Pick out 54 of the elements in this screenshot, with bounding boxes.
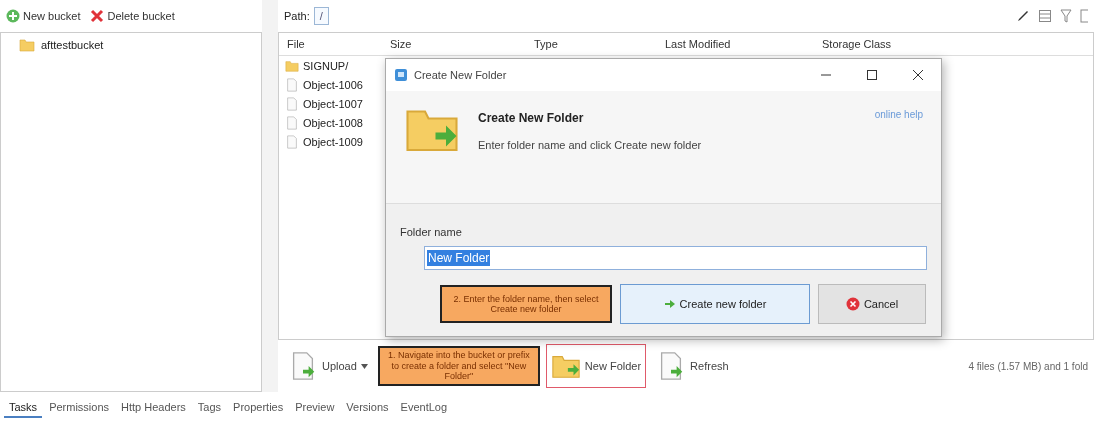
column-header[interactable]: Last Modified: [657, 38, 814, 50]
path-label: Path:: [284, 10, 310, 22]
tab[interactable]: Http Headers: [116, 397, 191, 418]
folder-icon: [285, 58, 299, 73]
refresh-button[interactable]: Refresh: [652, 344, 733, 388]
tab[interactable]: Permissions: [44, 397, 115, 418]
caret-icon: [360, 363, 368, 369]
folder-icon: [19, 37, 35, 53]
file-icon: [285, 134, 299, 149]
instruction-text: Enter folder name and click Create new folder: [478, 139, 702, 151]
file-icon: [285, 96, 299, 111]
tab[interactable]: Properties: [228, 397, 289, 418]
plus-icon: [6, 9, 20, 23]
column-header[interactable]: File: [279, 38, 382, 50]
column-header[interactable]: Storage Class: [814, 38, 954, 50]
tab[interactable]: Preview: [290, 397, 340, 418]
cancel-icon: [845, 297, 860, 311]
file-name[interactable]: Object-1008: [303, 116, 363, 129]
column-header[interactable]: Type: [526, 38, 657, 50]
window-title: Create New Folder: [414, 69, 507, 81]
new-bucket-button[interactable]: New bucket: [4, 7, 83, 25]
upload-button[interactable]: Upload: [284, 344, 372, 388]
column-header[interactable]: Size: [382, 38, 526, 50]
field-label: Folder name: [400, 226, 463, 238]
file-name[interactable]: SIGNUP/: [303, 59, 349, 72]
callout-note: 1. Navigate into the bucket or prefix to create a folder and select "New Folder": [377, 346, 540, 386]
file-icon: [285, 115, 299, 130]
copy-icon[interactable]: [1080, 9, 1088, 23]
window-icon: [394, 68, 408, 82]
file-name[interactable]: Object-1009: [303, 135, 363, 148]
file-name[interactable]: Object-1006: [303, 78, 363, 91]
tab[interactable]: Versions: [341, 397, 394, 418]
arrow-icon: [663, 298, 676, 310]
delete-bucket-button[interactable]: Delete bucket: [88, 7, 177, 25]
grid-icon[interactable]: [1038, 9, 1052, 23]
new-folder-button[interactable]: New Folder: [545, 344, 647, 388]
tree-item[interactable]: afttestbucket: [19, 37, 261, 53]
create-folder-button[interactable]: Create new folder: [620, 284, 810, 324]
tab[interactable]: EventLog: [395, 397, 453, 418]
cross-icon: [90, 9, 105, 23]
field-value: New Folder: [427, 250, 491, 266]
dialog-heading: Create New Folder: [478, 111, 585, 125]
maximize-icon: [867, 70, 877, 80]
input-field[interactable]: New Folder: [424, 246, 927, 270]
status-text: 4 files (1.57 MB) and 1 fold: [968, 360, 1088, 372]
close-icon: [913, 70, 923, 80]
pencil-icon[interactable]: [1016, 9, 1030, 23]
path-field[interactable]: /: [313, 7, 329, 25]
file-name[interactable]: Object-1007: [303, 97, 363, 110]
cancel-button[interactable]: Cancel: [818, 284, 926, 324]
file-icon: [285, 77, 299, 92]
tab[interactable]: Tags: [192, 397, 227, 418]
callout-note: 2. Enter the folder name, then select Create new folder: [440, 285, 612, 323]
filter-icon[interactable]: [1060, 9, 1072, 23]
